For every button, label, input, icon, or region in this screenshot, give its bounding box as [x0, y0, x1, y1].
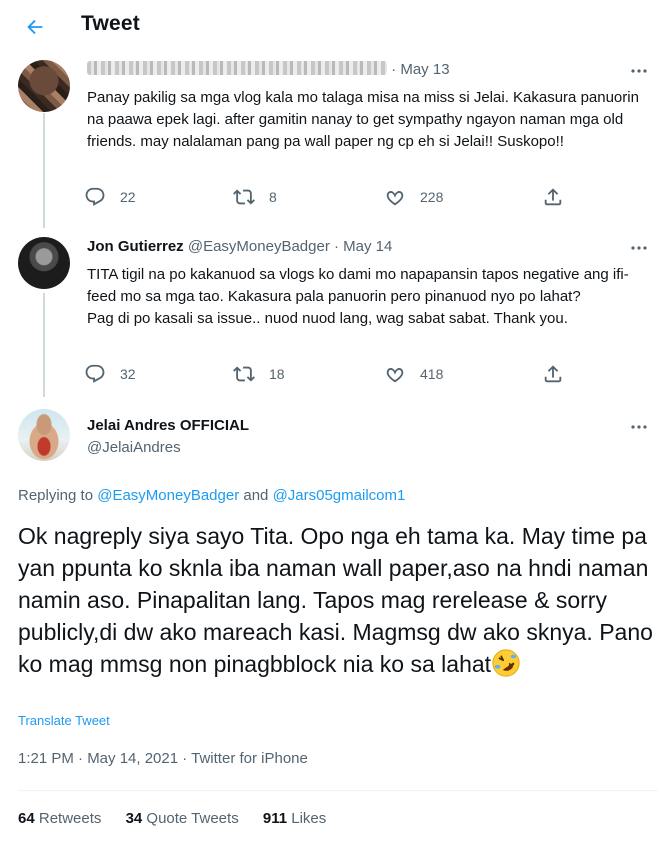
retweets-stat[interactable]: 64 Retweets	[18, 810, 101, 827]
tweet-header: · May 13	[87, 61, 450, 78]
tweet-timestamp[interactable]: 1:21 PM · May 14, 2021 · Twitter for iPh…	[18, 750, 308, 767]
user-handle[interactable]: @JelaiAndres	[87, 439, 181, 456]
mention-link[interactable]: @EasyMoneyBadger	[97, 487, 239, 504]
like-count: 418	[420, 366, 444, 382]
more-button[interactable]	[627, 61, 651, 81]
translate-tweet-link[interactable]: Translate Tweet	[18, 713, 110, 728]
more-icon	[631, 246, 647, 250]
reply-count: 22	[120, 189, 136, 205]
more-icon	[631, 69, 647, 73]
tweet-text-line: Pag di po kasali sa issue.. nuod nuod la…	[87, 310, 568, 327]
page-title: Tweet	[81, 12, 140, 35]
retweet-count: 8	[269, 189, 277, 205]
share-icon	[544, 188, 562, 206]
mention-link[interactable]: @Jars05gmailcom1	[273, 487, 406, 504]
reply-button[interactable]: 22	[84, 186, 136, 208]
heart-icon	[386, 368, 404, 383]
retweet-button[interactable]: 8	[233, 186, 277, 208]
like-button[interactable]: 418	[384, 363, 443, 385]
avatar[interactable]	[18, 237, 70, 289]
display-name[interactable]: Jelai Andres OFFICIAL	[87, 417, 249, 434]
tweet-actions: 22 8 228	[84, 186, 574, 210]
avatar[interactable]	[18, 409, 70, 461]
share-button[interactable]	[542, 186, 564, 208]
like-count: 228	[420, 189, 444, 205]
tweet-actions: 32 18 418	[84, 363, 574, 387]
tweet-text: Panay pakilig sa mga vlog kala mo talaga…	[87, 89, 639, 150]
heart-icon	[386, 191, 404, 206]
rolling-on-floor-laughing-emoji	[492, 649, 520, 677]
more-button[interactable]	[627, 417, 651, 437]
tweet-header: Jon Gutierrez @EasyMoneyBadger · May 14	[87, 238, 393, 255]
tweet-text: Ok nagreply siya sayo Tita. Opo nga eh t…	[18, 523, 653, 677]
retweet-button[interactable]: 18	[233, 363, 285, 385]
thread-connector	[43, 293, 45, 397]
retweet-icon	[233, 366, 255, 382]
like-button[interactable]: 228	[384, 186, 443, 208]
blurred-username	[87, 61, 387, 75]
tweet-text: TITA tigil na po kakanuod sa vlogs ko da…	[87, 264, 647, 330]
reply-button[interactable]: 32	[84, 363, 136, 385]
reply-count: 32	[120, 366, 136, 382]
tweet-text-line: TITA tigil na po kakanuod sa vlogs ko da…	[87, 266, 629, 305]
likes-stat[interactable]: 911 Likes	[263, 810, 326, 827]
avatar[interactable]	[18, 60, 70, 112]
display-name[interactable]: Jon Gutierrez	[87, 238, 184, 255]
tweet-date[interactable]: May 13	[400, 61, 449, 78]
more-button[interactable]	[627, 238, 651, 258]
share-icon	[544, 365, 562, 383]
reply-icon	[85, 364, 105, 383]
retweet-count: 18	[269, 366, 285, 382]
top-bar: Tweet	[0, 0, 669, 53]
reply-icon	[85, 187, 105, 206]
divider	[18, 790, 658, 791]
arrow-left-icon	[27, 19, 43, 35]
retweet-icon	[233, 189, 255, 205]
back-button[interactable]	[20, 12, 50, 42]
share-button[interactable]	[542, 363, 564, 385]
tweet-date[interactable]: May 14	[343, 238, 392, 255]
engagement-stats: 64 Retweets 34 Quote Tweets 911 Likes	[18, 810, 346, 827]
replying-to: Replying to @EasyMoneyBadger and @Jars05…	[18, 487, 406, 504]
quote-tweets-stat[interactable]: 34 Quote Tweets	[126, 810, 239, 827]
thread-connector	[43, 113, 45, 228]
more-icon	[631, 425, 647, 429]
user-handle[interactable]: @EasyMoneyBadger	[188, 238, 330, 255]
